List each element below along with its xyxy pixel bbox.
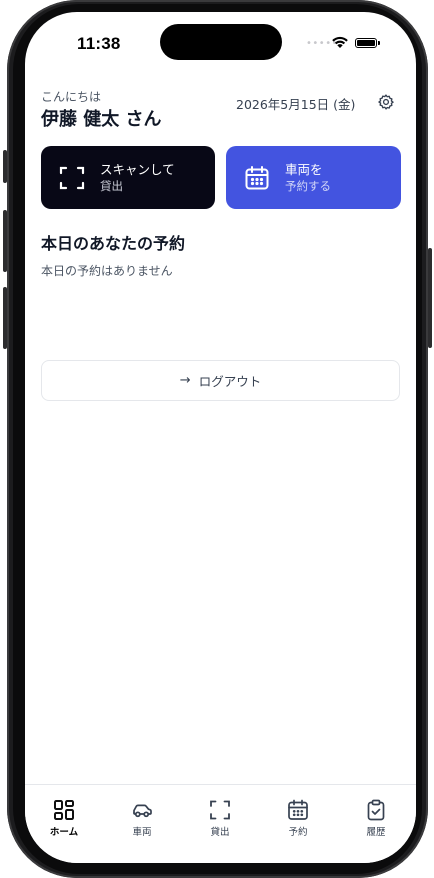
- clipboard-check-icon: [367, 799, 385, 821]
- tab-home-label: ホーム: [49, 827, 79, 838]
- arrow-right-icon: →: [179, 373, 191, 388]
- tab-vehicles[interactable]: 車両: [112, 799, 172, 838]
- scan-frame-icon: [59, 166, 85, 189]
- battery-icon: [355, 38, 377, 48]
- scan-frame-icon: [210, 800, 230, 820]
- tab-checkout-label: 貸出: [210, 827, 230, 838]
- side-button-volume-up: [3, 210, 7, 272]
- gear-icon[interactable]: [377, 93, 395, 111]
- reserve-card-line1: 車両を: [285, 161, 323, 177]
- side-button-mute: [3, 150, 7, 183]
- today-reservations-title: 本日のあなたの予約: [41, 234, 186, 253]
- reserve-card-text: 車両を 予約する: [285, 162, 331, 194]
- no-reservations-message: 本日の予約はありません: [41, 264, 173, 278]
- side-button-power: [428, 248, 432, 348]
- car-icon: [133, 804, 152, 818]
- scan-card-text: スキャンして 貸出: [100, 162, 175, 194]
- logout-label: ログアウト: [198, 374, 262, 389]
- reserve-vehicle-button[interactable]: 車両を 予約する: [226, 146, 401, 209]
- dynamic-island: [160, 24, 282, 60]
- logout-button[interactable]: → ログアウト: [41, 360, 400, 401]
- calendar-icon: [288, 799, 308, 820]
- status-bar: 11:38 •••••: [25, 12, 416, 72]
- tab-reservations-label: 予約: [288, 827, 308, 838]
- battery-tip: [378, 41, 380, 45]
- current-date: 2026年5月15日 (金): [236, 97, 356, 112]
- wifi-icon: [332, 36, 348, 48]
- tab-vehicles-label: 車両: [132, 827, 152, 838]
- user-name: 伊藤 健太 さん: [41, 109, 162, 130]
- tab-history[interactable]: 履歴: [346, 799, 406, 838]
- scan-card-line2: 貸出: [100, 178, 123, 193]
- greeting-text: こんにちは: [41, 90, 102, 104]
- tab-home[interactable]: ホーム: [34, 799, 94, 838]
- bottom-tab-bar: ホーム 車両 貸出 予約 履歴: [25, 784, 416, 863]
- tab-checkout[interactable]: 貸出: [190, 799, 250, 838]
- calendar-icon: [245, 165, 269, 189]
- app-screen: 11:38 ••••• こんにちは 伊藤 健太 さん 2026年5月15日 (金…: [25, 12, 416, 863]
- tab-history-label: 履歴: [366, 827, 386, 838]
- reserve-card-line2: 予約する: [285, 178, 331, 193]
- scan-card-line1: スキャンして: [100, 161, 175, 177]
- status-time: 11:38: [77, 34, 121, 53]
- scan-checkout-button[interactable]: スキャンして 貸出: [41, 146, 215, 209]
- side-button-volume-down: [3, 287, 7, 349]
- grid-icon: [54, 800, 74, 820]
- tab-reservations[interactable]: 予約: [268, 799, 328, 838]
